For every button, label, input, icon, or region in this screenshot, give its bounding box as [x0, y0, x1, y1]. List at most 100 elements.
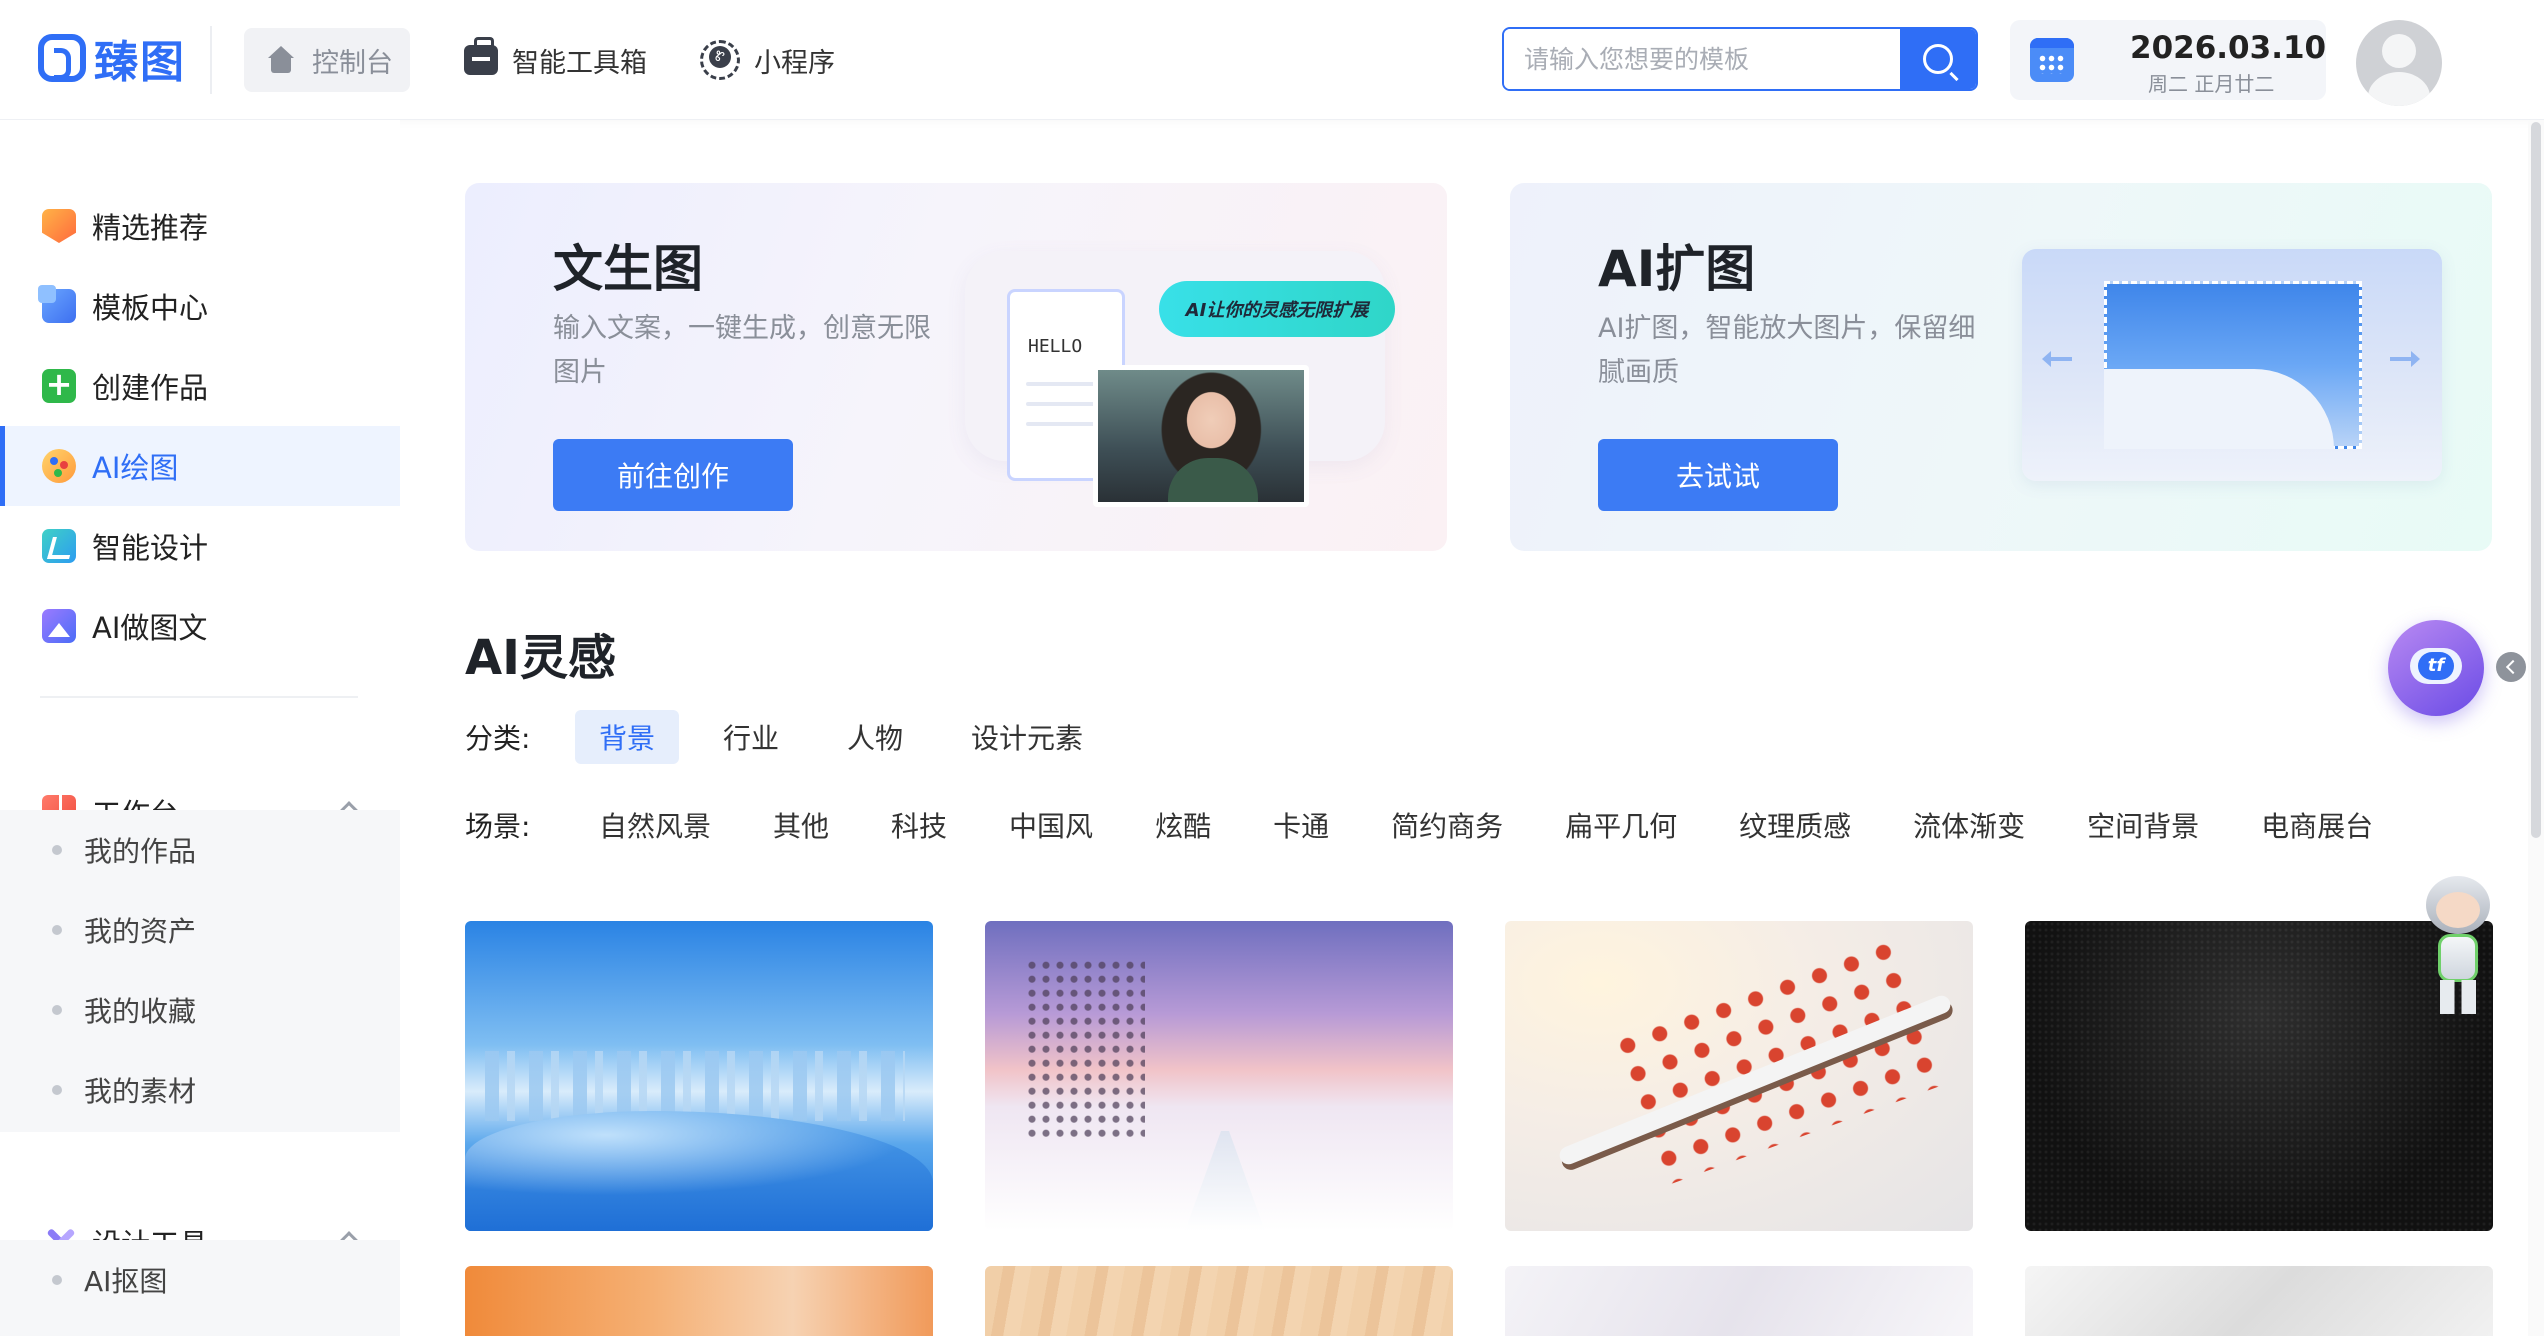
- sidebar-item-label: 创建作品: [92, 371, 209, 405]
- category-chip-industry[interactable]: 行业: [699, 710, 803, 764]
- nav-console-label: 控制台: [312, 47, 393, 79]
- design-tools-submenu: AI抠图: [0, 1240, 400, 1336]
- collapse-arrow-button[interactable]: [2496, 652, 2526, 682]
- scene-chip[interactable]: 科技: [891, 805, 947, 845]
- category-filter: 分类: 背景 行业 人物 设计元素: [465, 709, 1127, 765]
- robot-legs: [2440, 980, 2476, 1014]
- arrow-left-icon: [2042, 351, 2072, 367]
- logo-mark-icon: [38, 34, 86, 82]
- bullet-dot-icon: [52, 1085, 62, 1095]
- scene-chip[interactable]: 扁平几何: [1565, 805, 1677, 845]
- try-it-button[interactable]: 去试试: [1598, 439, 1838, 511]
- nav-console-button[interactable]: 控制台: [244, 28, 410, 92]
- sidebar-item-label: AI绘图: [92, 451, 179, 485]
- banner-text-to-image[interactable]: 文生图 输入文案，一键生成，创意无限图片 前往创作 HELLO AI让你的灵感无…: [465, 183, 1447, 551]
- robot-mascot-icon[interactable]: [2412, 876, 2504, 1016]
- robot-face: [2436, 892, 2480, 928]
- inspiration-thumbnail[interactable]: [985, 921, 1453, 1231]
- category-chip-background[interactable]: 背景: [575, 710, 680, 764]
- ai-assistant-float-button[interactable]: [2388, 620, 2484, 716]
- scene-chip[interactable]: 简约商务: [1391, 805, 1503, 845]
- scene-chip[interactable]: 空间背景: [2087, 805, 2199, 845]
- sidebar-item-ai-paint[interactable]: AI绘图: [0, 426, 400, 506]
- illustration-speech-bubble: AI让你的灵感无限扩展: [1159, 281, 1395, 337]
- top-header: 臻图 控制台 智能工具箱 小程序 2026.03.10 周二 正月廿二: [0, 0, 2544, 120]
- banner-description: AI扩图，智能放大图片，保留细腻画质: [1598, 313, 1976, 388]
- page-scrollbar[interactable]: [2528, 120, 2544, 1336]
- inspiration-thumbnail[interactable]: [1505, 1266, 1973, 1336]
- ai-image-text-icon: [42, 609, 76, 643]
- create-icon: [42, 365, 76, 403]
- inspiration-thumbnail[interactable]: [1505, 921, 1973, 1231]
- scene-chip[interactable]: 自然风景: [599, 805, 711, 845]
- submenu-item-label: 我的素材: [84, 1075, 197, 1108]
- inspiration-thumbnail[interactable]: [465, 921, 933, 1231]
- sidebar-item-ai-image-text[interactable]: AI做图文: [0, 586, 400, 666]
- nav-toolbox[interactable]: 智能工具箱: [464, 28, 647, 92]
- sidebar-item-label: 精选推荐: [92, 211, 209, 245]
- search-icon: [1923, 44, 1953, 74]
- calendar-icon: [2030, 38, 2074, 82]
- sidebar-item-recommend[interactable]: 精选推荐: [0, 186, 400, 266]
- submenu-item-ai-cutout[interactable]: AI抠图: [0, 1240, 400, 1320]
- template-search: [1502, 27, 1978, 91]
- nav-mini-program[interactable]: 小程序: [700, 28, 835, 92]
- date-widget[interactable]: 2026.03.10 周二 正月廿二: [2010, 20, 2326, 100]
- banner-title: 文生图: [553, 240, 703, 298]
- bullet-dot-icon: [52, 845, 62, 855]
- submenu-item-my-works[interactable]: 我的作品: [0, 810, 400, 890]
- sidebar-item-label: 模板中心: [92, 291, 209, 325]
- go-create-button[interactable]: 前往创作: [553, 439, 793, 511]
- nav-toolbox-label: 智能工具箱: [512, 47, 647, 79]
- scene-chip[interactable]: 炫酷: [1155, 805, 1211, 845]
- recommend-icon: [42, 209, 76, 243]
- submenu-item-label: 我的作品: [84, 835, 197, 868]
- robot-body: [2438, 934, 2478, 982]
- scene-chip[interactable]: 流体渐变: [1913, 805, 2025, 845]
- sidebar-item-label: AI做图文: [92, 611, 208, 645]
- text-to-image-illustration: HELLO AI让你的灵感无限扩展: [965, 251, 1395, 507]
- scene-label: 场景:: [465, 810, 531, 843]
- scene-chip[interactable]: 电商展台: [2261, 805, 2373, 845]
- bullet-dot-icon: [52, 1275, 62, 1285]
- toolbox-icon: [464, 37, 498, 75]
- header-divider: [210, 26, 212, 94]
- sidebar-item-label: 智能设计: [92, 531, 209, 565]
- submenu-item-label: 我的收藏: [84, 995, 197, 1028]
- date-text: 2026.03.10: [2130, 30, 2327, 66]
- search-input[interactable]: [1504, 29, 1900, 89]
- sidebar-divider: [40, 696, 358, 698]
- submenu-item-my-favorites[interactable]: 我的收藏: [0, 970, 400, 1050]
- scene-chip[interactable]: 其他: [773, 805, 829, 845]
- expand-frame-image: [2104, 281, 2362, 449]
- illustration-paper-text: HELLO: [1028, 336, 1083, 357]
- sidebar-item-create[interactable]: 创建作品: [0, 346, 400, 426]
- scrollbar-thumb[interactable]: [2531, 122, 2541, 838]
- ai-expand-illustration: [2022, 249, 2442, 481]
- sidebar-item-smart-design[interactable]: 智能设计: [0, 506, 400, 586]
- home-icon: [266, 46, 296, 74]
- user-avatar[interactable]: [2356, 20, 2442, 106]
- inspiration-thumbnail[interactable]: [985, 1266, 1453, 1336]
- submenu-item-my-assets[interactable]: 我的资产: [0, 890, 400, 970]
- inspiration-thumbnail[interactable]: [2025, 1266, 2493, 1336]
- scene-chip[interactable]: 卡通: [1273, 805, 1329, 845]
- category-chip-design-elements[interactable]: 设计元素: [947, 710, 1107, 764]
- sidebar: 精选推荐 模板中心 创建作品 AI绘图 智能设计 AI做图文 工作台 我的作品 …: [0, 120, 400, 1336]
- banner-title: AI扩图: [1598, 240, 1756, 298]
- submenu-item-my-materials[interactable]: 我的素材: [0, 1050, 400, 1130]
- banner-description: 输入文案，一键生成，创意无限图片: [553, 313, 931, 388]
- bullet-dot-icon: [52, 1005, 62, 1015]
- banner-ai-expand[interactable]: AI扩图 AI扩图，智能放大图片，保留细腻画质 去试试: [1510, 183, 2492, 551]
- inspiration-thumbnail[interactable]: [465, 1266, 933, 1336]
- category-label: 分类:: [465, 722, 531, 755]
- category-chip-people[interactable]: 人物: [823, 710, 927, 764]
- search-button[interactable]: [1900, 29, 1976, 89]
- scene-chip[interactable]: 中国风: [1009, 805, 1093, 845]
- illustration-portrait-image: [1093, 365, 1309, 507]
- sidebar-item-templates[interactable]: 模板中心: [0, 266, 400, 346]
- logo-text: 臻图: [94, 37, 186, 88]
- logo[interactable]: 臻图: [38, 28, 186, 88]
- scene-chip[interactable]: 纹理质感: [1739, 805, 1851, 845]
- section-title-ai-inspiration: AI灵感: [465, 630, 617, 686]
